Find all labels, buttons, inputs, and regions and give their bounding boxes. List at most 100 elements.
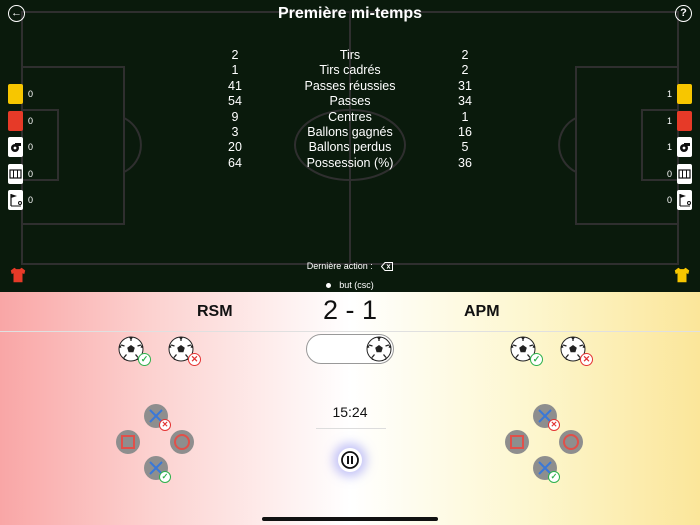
stat-away-value: 16 (458, 124, 472, 139)
whistle-icon[interactable] (8, 137, 23, 157)
soccer-ball-icon (366, 336, 392, 362)
away-goal-button[interactable]: ✓ (510, 336, 543, 366)
away-counter-whistle: 1 (652, 137, 692, 164)
home-indicator (262, 517, 438, 521)
red-card-icon[interactable] (8, 110, 23, 131)
stat-home-value: 1 (231, 63, 239, 78)
away-event-counters: 1 1 1 0 0 (652, 84, 692, 217)
stat-home-value: 64 (228, 155, 242, 170)
away-counter-goal-net: 0 (652, 163, 692, 191)
cross-icon: ✕ (580, 353, 593, 366)
stat-row: 1 Tirs cadrés 2 (0, 63, 700, 78)
stat-label: Ballons gagnés (307, 124, 393, 139)
check-icon: ✓ (138, 353, 151, 366)
score: 2 - 1 (322, 295, 378, 325)
stat-away-value: 34 (458, 94, 472, 109)
cross-icon: ✕ (188, 353, 201, 366)
away-counter-yellow-card: 1 (652, 84, 692, 111)
home-counter-red-card: 0 (8, 110, 48, 138)
page-title: Première mi-temps (277, 5, 423, 22)
stat-label: Ballons perdus (308, 140, 392, 155)
last-event-label: but (csc) (339, 280, 374, 290)
event-dot (326, 283, 332, 289)
counter-value: 0 (28, 142, 34, 152)
last-action-label: Dernière action : (306, 261, 373, 271)
pause-button[interactable] (338, 448, 362, 472)
circle-icon (174, 434, 190, 450)
stat-label: Centres (328, 109, 372, 124)
stat-home-value: 20 (228, 140, 242, 155)
home-pad-square-button[interactable] (116, 430, 140, 454)
stat-home-value: 54 (228, 94, 242, 109)
home-goal-button[interactable]: ✓ (118, 336, 151, 366)
yellow-card-icon[interactable] (8, 84, 23, 104)
corner-flag-icon[interactable] (8, 190, 23, 210)
home-team-name: RSM (197, 303, 233, 320)
stat-away-value: 1 (461, 109, 469, 124)
stat-row: 9 Centres 1 (0, 110, 700, 125)
square-icon (510, 435, 524, 449)
home-pad-circle-button[interactable] (170, 430, 194, 454)
stat-row: 64 Possession (%) 36 (0, 156, 700, 171)
counter-value: 0 (666, 168, 672, 179)
possession-toggle[interactable] (306, 334, 394, 364)
stat-away-value: 2 (461, 63, 469, 78)
away-counter-red-card: 1 (652, 110, 692, 138)
stat-row: 3 Ballons gagnés 16 (0, 125, 700, 140)
check-icon: ✓ (159, 471, 171, 483)
counter-value: 1 (666, 142, 672, 152)
stat-home-value: 41 (228, 78, 242, 93)
home-action-pad: ✕ ✓ (114, 404, 198, 488)
away-counter-corner-flag: 0 (652, 190, 692, 217)
stat-row: 54 Passes 34 (0, 94, 700, 109)
counter-value: 1 (666, 89, 672, 99)
divider (0, 331, 700, 332)
check-icon: ✓ (548, 471, 560, 483)
match-control-panel: RSM 2 - 1 APM ✓ ✕ ✓ ✕ 15:24 ✕ ✓ ✕ ✓ (0, 292, 700, 525)
help-icon[interactable]: ? (675, 5, 692, 22)
clock-divider (316, 428, 386, 429)
counter-value: 1 (666, 115, 672, 126)
whistle-icon[interactable] (677, 137, 692, 157)
stat-label: Tirs cadrés (319, 63, 381, 78)
stat-away-value: 31 (458, 78, 472, 93)
away-goal-cancel-button[interactable]: ✕ (560, 336, 593, 366)
circle-icon (563, 434, 579, 450)
match-clock: 15:24 (332, 404, 368, 420)
away-pad-circle-button[interactable] (559, 430, 583, 454)
last-action-row: Dernière action : (0, 261, 700, 272)
stat-home-value: 9 (231, 109, 239, 124)
stat-label: Tirs (339, 48, 361, 62)
stat-label: Possession (%) (306, 155, 394, 170)
delete-last-action-icon[interactable] (381, 262, 394, 272)
stat-away-value: 5 (461, 140, 469, 155)
home-event-counters: 0 0 0 0 0 (8, 84, 48, 217)
yellow-card-icon[interactable] (677, 84, 692, 104)
goal-net-icon[interactable] (8, 163, 23, 184)
stat-row: 41 Passes réussies 31 (0, 79, 700, 94)
stat-home-value: 2 (231, 48, 239, 62)
red-card-icon[interactable] (677, 110, 692, 131)
counter-value: 0 (666, 195, 672, 205)
away-action-pad: ✕ ✓ (503, 404, 587, 488)
counter-value: 0 (28, 89, 34, 99)
counter-value: 0 (28, 115, 34, 126)
home-counter-whistle: 0 (8, 137, 48, 164)
pitch: ← Première mi-temps ? 2 Tirs 2 1 Tirs cadrés… (0, 0, 700, 292)
home-counter-goal-net: 0 (8, 163, 48, 191)
stat-row: 20 Ballons perdus 5 (0, 140, 700, 155)
square-icon (121, 435, 135, 449)
goal-net-icon[interactable] (677, 163, 692, 184)
home-goal-cancel-button[interactable]: ✕ (168, 336, 201, 366)
counter-value: 0 (28, 168, 34, 179)
stat-home-value: 3 (231, 124, 239, 139)
soccer-ball-icon (366, 336, 392, 362)
away-team-name: APM (464, 303, 500, 320)
home-counter-yellow-card: 0 (8, 84, 48, 111)
last-event: but (csc) (0, 280, 700, 290)
away-pad-square-button[interactable] (505, 430, 529, 454)
stat-label: Passes réussies (304, 78, 396, 93)
corner-flag-icon[interactable] (677, 190, 692, 210)
stat-away-value: 36 (458, 155, 472, 170)
stat-away-value: 2 (461, 48, 469, 62)
